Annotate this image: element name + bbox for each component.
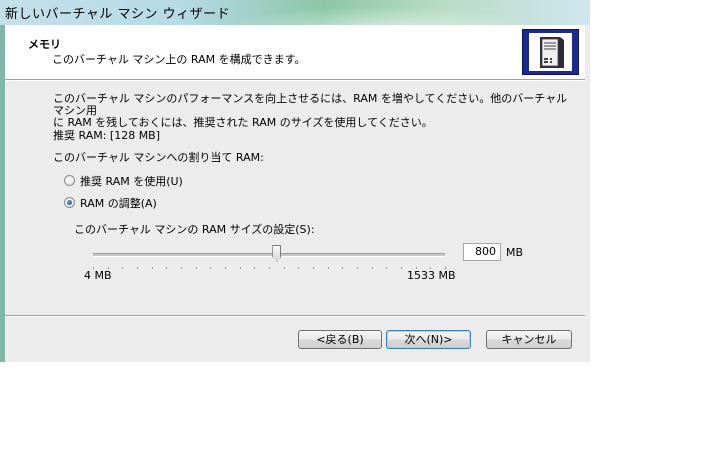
header-divider-highlight — [5, 80, 585, 81]
slider-tick — [298, 267, 299, 269]
recommended-ram-label: 推奨 RAM: [128 MB] — [53, 129, 161, 142]
slider-tick — [210, 267, 211, 269]
back-button[interactable]: <戻る(B) — [298, 330, 382, 349]
ram-unit-label: MB — [506, 246, 524, 259]
slider-tick — [401, 267, 402, 269]
radio-adjust-ram-label[interactable]: RAM の調整(A) — [80, 195, 157, 211]
ram-slider-track[interactable] — [93, 253, 445, 257]
page-subtitle: このバーチャル マシン上の RAM を構成できます。 — [52, 53, 306, 66]
description-text: このバーチャル マシンのパフォーマンスを向上させるには、RAM を増やしてくださ… — [53, 93, 573, 129]
radio-adjust-ram[interactable] — [64, 197, 75, 208]
slider-max-label: 1533 MB — [407, 269, 456, 282]
slider-tick — [122, 267, 123, 269]
radio-use-recommended[interactable] — [64, 175, 75, 186]
ram-slider-thumb[interactable] — [272, 245, 282, 262]
description-line-1: このバーチャル マシンのパフォーマンスを向上させるには、RAM を増やしてくださ… — [53, 92, 568, 117]
slider-tick — [254, 267, 255, 269]
ram-size-setting-label: このバーチャル マシンの RAM サイズの設定(S): — [74, 223, 315, 236]
slider-tick — [313, 267, 314, 269]
slider-tick — [225, 267, 226, 269]
title-bar[interactable]: 新しいバーチャル マシン ウィザード — [0, 0, 590, 25]
slider-min-label: 4 MB — [84, 269, 112, 282]
page-title: メモリ — [28, 38, 61, 51]
slider-tick — [372, 267, 373, 269]
computer-tower-icon — [522, 29, 579, 75]
radio-selected-dot — [67, 200, 72, 205]
slider-tick — [166, 267, 167, 269]
footer-divider-highlight — [5, 316, 585, 317]
slider-tick — [284, 267, 285, 269]
slider-tick — [240, 267, 241, 269]
ram-size-input[interactable]: 800 — [463, 243, 501, 261]
radio-use-recommended-label[interactable]: 推奨 RAM を使用(U) — [80, 173, 183, 189]
slider-tick — [152, 267, 153, 269]
slider-tick — [342, 267, 343, 269]
slider-tick — [386, 267, 387, 269]
window-title: 新しいバーチャル マシン ウィザード — [5, 7, 231, 22]
slider-tick — [181, 267, 182, 269]
slider-tick — [357, 267, 358, 269]
assign-ram-label: このバーチャル マシンへの割り当て RAM: — [53, 151, 264, 164]
title-bar-glow — [240, 0, 590, 25]
slider-tick — [196, 267, 197, 269]
next-button[interactable]: 次へ(N)> — [386, 330, 471, 349]
wizard-window: 新しいバーチャル マシン ウィザード メモリ このバーチャル マシン上の RAM… — [0, 0, 590, 362]
cancel-button[interactable]: キャンセル — [486, 330, 572, 349]
slider-tick — [328, 267, 329, 269]
wizard-header: メモリ このバーチャル マシン上の RAM を構成できます。 — [5, 25, 585, 79]
slider-tick — [269, 267, 270, 269]
slider-tick — [137, 267, 138, 269]
